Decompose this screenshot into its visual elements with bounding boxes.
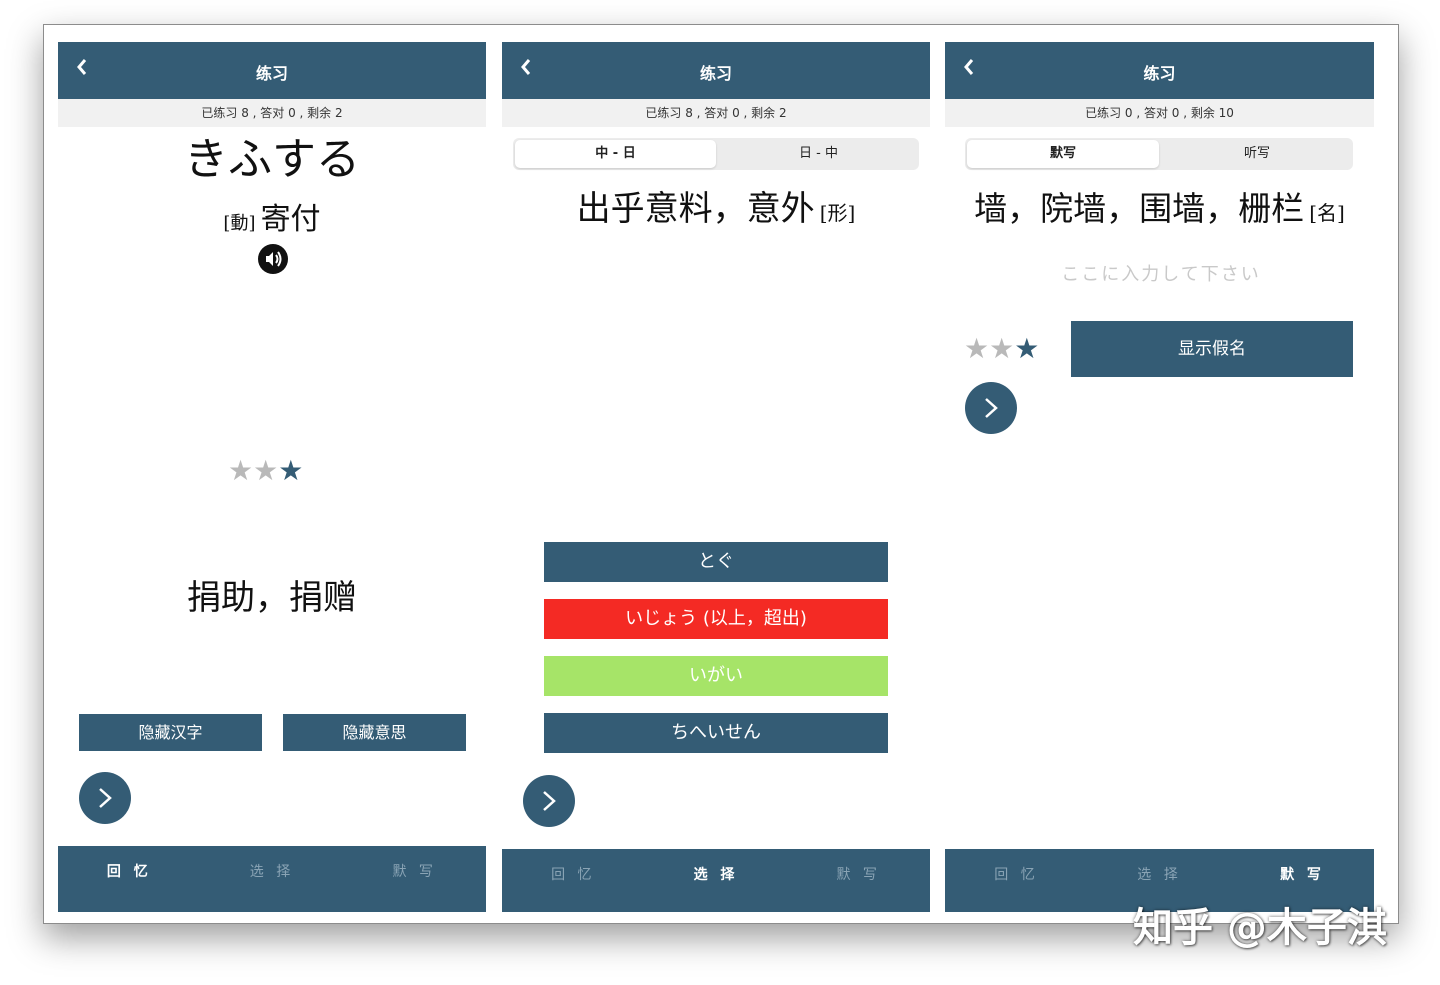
tab-recall[interactable]: 回 忆 <box>502 849 645 912</box>
word-kanji: 寄付 <box>260 202 321 237</box>
nav-bar: 练习 <box>502 42 930 99</box>
segment-listen[interactable]: 听写 <box>1161 138 1353 170</box>
segment-zh-ja[interactable]: 中 - 日 <box>515 140 716 168</box>
bottom-tab-bar: 回 忆 选 择 默 写 <box>502 849 930 912</box>
nav-bar: 练习 <box>945 42 1374 99</box>
part-of-speech-tag: [形] <box>819 201 856 225</box>
chevron-right-icon <box>985 398 998 418</box>
question-text: 出乎意料，意外 <box>576 189 815 229</box>
screenshot-frame: 练习 已练习 8 , 答对 0 , 剩余 2 きふする [動] 寄付 ★ ★ ★… <box>43 24 1399 924</box>
choice-panel: 练习 已练习 8 , 答对 0 , 剩余 2 中 - 日 日 - 中 出乎意料，… <box>502 42 930 912</box>
word-meaning: 捐助，捐赠 <box>187 578 357 618</box>
star-icon[interactable]: ★ <box>228 456 253 486</box>
watermark-text: 知乎 @木子淇 <box>1133 905 1387 951</box>
tab-choice[interactable]: 选 择 <box>645 849 788 912</box>
star-icon[interactable]: ★ <box>278 456 303 486</box>
speaker-icon <box>266 251 282 267</box>
answer-input[interactable] <box>965 256 1357 292</box>
page-title: 练习 <box>255 64 288 83</box>
question-text: 墙，院墙，围墙，栅栏 <box>974 189 1305 228</box>
part-of-speech-tag: [名] <box>1309 201 1345 225</box>
nav-bar: 练习 <box>58 42 486 99</box>
answer-option[interactable]: ちへいせん <box>544 713 888 753</box>
mode-segmented-control: 默写 听写 <box>965 138 1353 170</box>
progress-stats: 已练习 0 , 答对 0 , 剩余 10 <box>945 99 1374 127</box>
next-button[interactable] <box>79 772 131 824</box>
tab-recall[interactable]: 回 忆 <box>58 846 201 912</box>
direction-segmented-control: 中 - 日 日 - 中 <box>513 138 919 170</box>
hide-kanji-button[interactable]: 隐藏汉字 <box>79 714 262 751</box>
star-icon[interactable]: ★ <box>1014 334 1039 364</box>
tab-choice[interactable]: 选 择 <box>201 846 344 912</box>
segment-write[interactable]: 默写 <box>967 140 1159 168</box>
star-icon[interactable]: ★ <box>989 334 1014 364</box>
star-icon[interactable]: ★ <box>253 456 278 486</box>
show-kana-button[interactable]: 显示假名 <box>1071 321 1353 377</box>
recall-panel: 练习 已练习 8 , 答对 0 , 剩余 2 きふする [動] 寄付 ★ ★ ★… <box>58 42 486 912</box>
word-kana: きふする <box>184 134 360 185</box>
tab-dictation[interactable]: 默 写 <box>343 846 486 912</box>
difficulty-stars: ★ ★ ★ <box>964 334 1039 364</box>
chevron-right-icon <box>99 788 112 808</box>
page-title: 练习 <box>699 64 732 83</box>
answer-option-correct[interactable]: いがい <box>544 656 888 696</box>
tab-dictation[interactable]: 默 写 <box>787 849 930 912</box>
next-button[interactable] <box>965 382 1017 434</box>
progress-stats: 已练习 8 , 答对 0 , 剩余 2 <box>502 99 930 127</box>
question-line: 墙，院墙，围墙，栅栏 [名] <box>945 187 1374 231</box>
difficulty-stars: ★ ★ ★ <box>228 456 303 486</box>
segment-ja-zh[interactable]: 日 - 中 <box>718 138 919 170</box>
answer-option[interactable]: とぐ <box>544 542 888 582</box>
chevron-right-icon <box>543 791 556 811</box>
progress-stats: 已练习 8 , 答对 0 , 剩余 2 <box>58 99 486 127</box>
star-icon[interactable]: ★ <box>964 334 989 364</box>
hide-meaning-button[interactable]: 隐藏意思 <box>283 714 466 751</box>
play-audio-button[interactable] <box>258 244 288 274</box>
part-of-speech-tag: [動] <box>223 213 256 234</box>
next-button[interactable] <box>523 775 575 827</box>
answer-option-wrong[interactable]: いじょう (以上，超出) <box>544 599 888 639</box>
word-kanji-line: [動] 寄付 <box>58 194 486 238</box>
question-line: 出乎意料，意外 [形] <box>502 187 930 231</box>
page-title: 练习 <box>1143 64 1176 83</box>
dictation-panel: 练习 已练习 0 , 答对 0 , 剩余 10 默写 听写 墙，院墙，围墙，栅栏… <box>945 42 1374 912</box>
tab-recall[interactable]: 回 忆 <box>945 849 1088 912</box>
bottom-tab-bar: 回 忆 选 择 默 写 <box>58 846 486 912</box>
